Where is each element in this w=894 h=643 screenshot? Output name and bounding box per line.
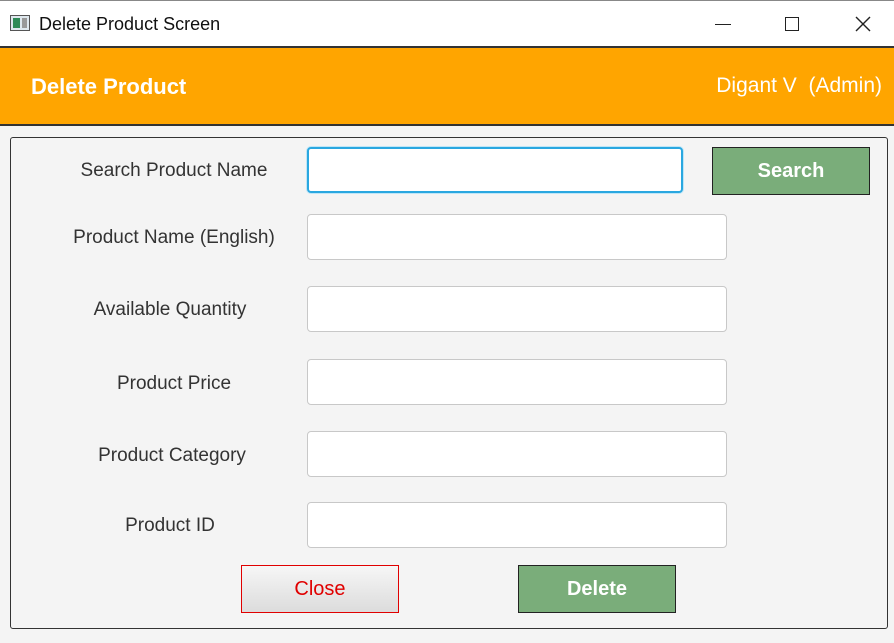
close-icon (855, 16, 871, 32)
product-price-field[interactable] (307, 359, 727, 405)
window-title: Delete Product Screen (39, 14, 221, 34)
minimize-icon (715, 23, 731, 25)
page-header: Delete Product Digant V (Admin) (0, 46, 894, 126)
user-label: Digant V (Admin) (716, 74, 882, 97)
window-titlebar: Delete Product Screen (0, 0, 894, 46)
product-name-label: Product Name (English) (73, 227, 275, 248)
available-quantity-field[interactable] (307, 286, 727, 332)
product-price-label: Product Price (116, 373, 232, 394)
search-product-label: Search Product Name (80, 160, 268, 181)
minimize-button[interactable] (700, 1, 746, 47)
search-button[interactable]: Search (712, 147, 870, 195)
product-category-field[interactable] (307, 431, 727, 477)
close-window-button[interactable] (840, 1, 886, 47)
product-id-field[interactable] (307, 502, 727, 548)
search-product-input[interactable] (307, 147, 683, 193)
product-id-label: Product ID (125, 515, 215, 536)
page-title: Delete Product (31, 74, 187, 99)
maximize-icon (785, 17, 799, 31)
available-quantity-label: Available Quantity (93, 299, 247, 320)
maximize-button[interactable] (769, 1, 815, 47)
product-category-label: Product Category (98, 445, 246, 466)
close-button[interactable]: Close (241, 565, 399, 613)
delete-button[interactable]: Delete (518, 565, 676, 613)
app-icon (10, 15, 30, 31)
product-name-field[interactable] (307, 214, 727, 260)
